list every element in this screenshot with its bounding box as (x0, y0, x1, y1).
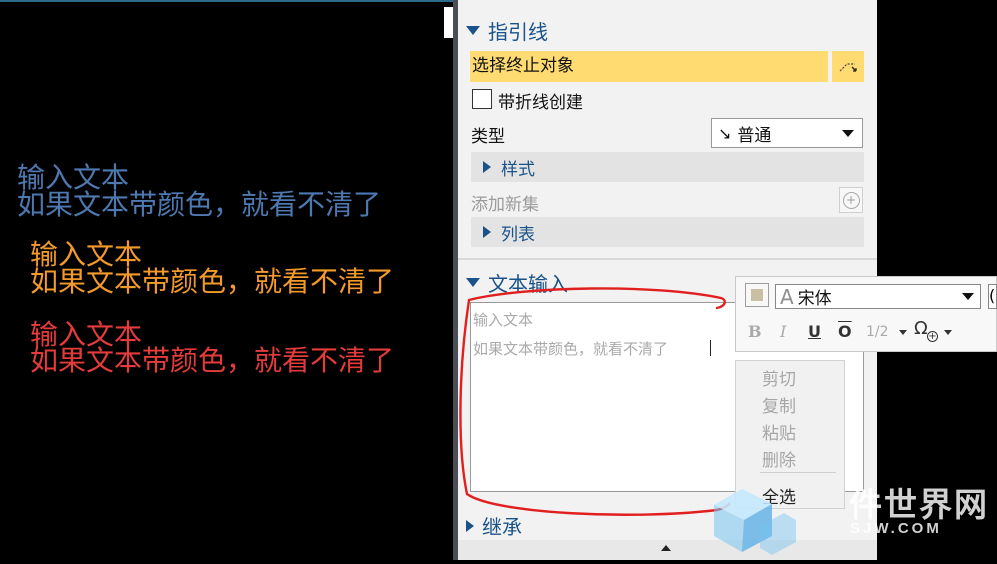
expand-arrow-icon (483, 226, 491, 238)
cad-text-red-line2[interactable]: 如果文本带颜色，就看不清了 (30, 346, 394, 376)
cube-logo-icon (714, 489, 796, 555)
bend-line-label[interactable]: 带折线创建 (498, 88, 583, 113)
section-leader[interactable]: 指引线 (466, 16, 548, 45)
expand-arrow-icon (466, 519, 474, 532)
text-editor-line2[interactable]: 如果文本带颜色，就看不清了 (473, 338, 668, 359)
add-new-set-label: 添加新集 (471, 195, 539, 215)
watermark-domain: SJW.COM (850, 520, 942, 537)
collapse-arrow-icon (466, 278, 480, 287)
type-select[interactable]: ↘ 普通 (711, 118, 863, 148)
menu-item-copy[interactable]: 复制 (762, 392, 796, 417)
overline-button[interactable]: O (838, 322, 852, 341)
type-select-value: 普通 (737, 125, 772, 146)
section-text-input[interactable]: 文本输入 (466, 268, 568, 297)
section-text-input-title: 文本输入 (488, 274, 568, 296)
symbol-button[interactable]: Ω (914, 318, 928, 339)
section-inherit[interactable]: 继承 (466, 511, 522, 540)
scroll-up-arrow-icon[interactable] (661, 545, 671, 551)
underline-button[interactable]: U (808, 322, 821, 341)
section-style-title: 样式 (501, 159, 535, 180)
cad-text-blue-line2[interactable]: 如果文本带颜色，就看不清了 (17, 190, 381, 220)
bold-button[interactable]: B (748, 322, 762, 341)
color-swatch-icon (751, 289, 763, 301)
section-leader-title: 指引线 (488, 22, 548, 44)
menu-item-paste[interactable]: 粘贴 (762, 419, 796, 444)
chevron-down-icon (962, 293, 974, 300)
fraction-dropdown-icon[interactable] (899, 330, 907, 335)
section-inherit-title: 继承 (482, 517, 522, 539)
plus-circle-icon: + (842, 191, 860, 209)
select-end-object-field[interactable]: 选择终止对象 (470, 51, 828, 82)
collapse-arrow-icon (466, 26, 480, 35)
font-select-value: 宋体 (797, 289, 832, 309)
font-a-icon: A (780, 284, 794, 309)
symbol-plus-icon: + (927, 331, 938, 342)
text-cursor (710, 340, 711, 356)
watermark-text: 件世界网 (849, 486, 989, 523)
chevron-down-icon (842, 129, 854, 137)
text-editor-line1[interactable]: 输入文本 (473, 309, 533, 330)
stack-fraction-button[interactable]: 1/2 (866, 324, 889, 340)
expand-arrow-icon (483, 161, 491, 173)
section-list-title: 列表 (501, 224, 535, 245)
menu-item-delete[interactable]: 删除 (762, 446, 796, 471)
add-set-button[interactable]: + (839, 187, 863, 213)
menu-item-cut[interactable]: 剪切 (762, 365, 796, 390)
font-size-field[interactable]: ( (988, 284, 997, 309)
text-color-button[interactable] (745, 283, 769, 307)
symbol-dropdown-icon[interactable] (944, 330, 952, 335)
pick-point-button[interactable] (832, 51, 864, 82)
font-select[interactable]: A 宋体 (775, 284, 981, 309)
italic-button[interactable]: I (780, 322, 786, 341)
section-list[interactable]: 列表 (471, 217, 864, 247)
section-style[interactable]: 样式 (471, 152, 864, 182)
type-label: 类型 (471, 127, 505, 147)
cad-text-orange-line2[interactable]: 如果文本带颜色，就看不清了 (30, 267, 394, 297)
section-divider (458, 258, 877, 260)
panel-edge-tab (444, 7, 453, 38)
bend-line-checkbox[interactable] (472, 89, 492, 109)
leader-type-icon: ↘ (718, 123, 732, 143)
pick-point-icon (839, 62, 857, 72)
